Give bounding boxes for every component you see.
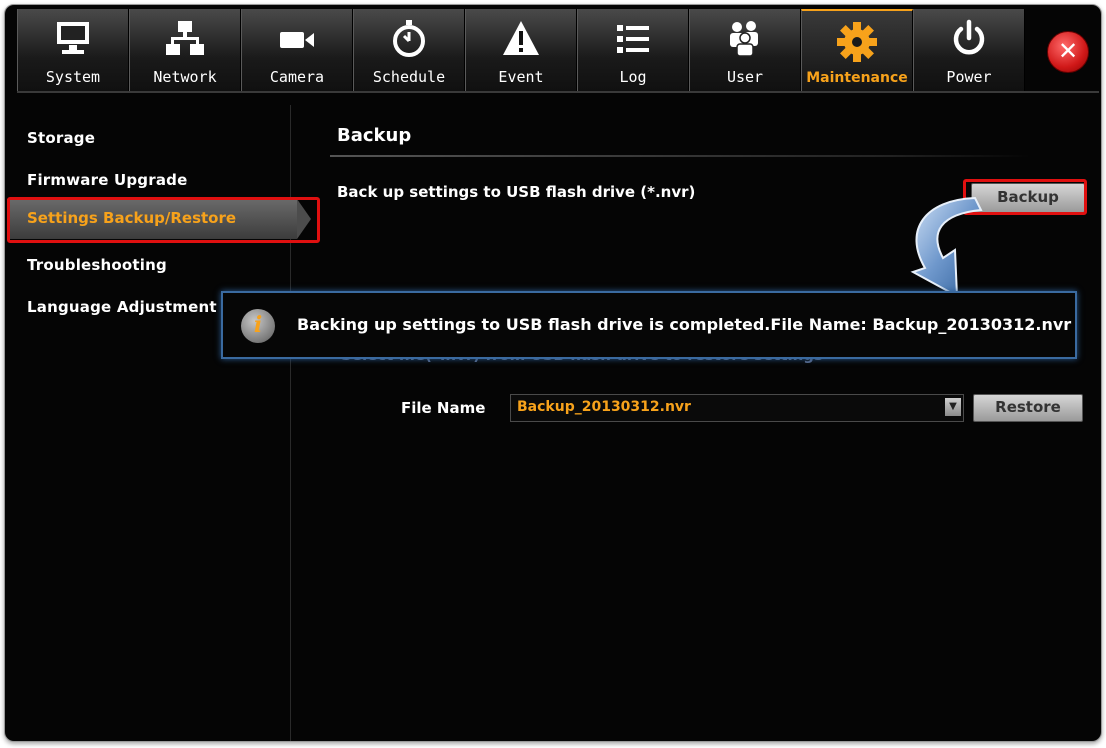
sidebar-item-storage[interactable]: Storage	[27, 129, 95, 147]
file-name-label: File Name	[401, 399, 486, 417]
tab-bar-divider	[17, 91, 1099, 93]
tab-event[interactable]: Event	[465, 9, 577, 91]
tab-label: Power	[946, 68, 992, 86]
users-icon	[725, 19, 765, 63]
tab-schedule[interactable]: Schedule	[353, 9, 465, 91]
tab-label: Camera	[269, 68, 325, 86]
sidebar-item-language-adjustment[interactable]: Language Adjustment	[27, 298, 217, 316]
file-name-select[interactable]: Backup_20130312.nvr ▼	[510, 394, 964, 422]
tab-label: Maintenance	[806, 70, 908, 86]
file-name-value: Backup_20130312.nvr	[517, 399, 691, 415]
tab-label: Event	[498, 68, 544, 86]
tab-network[interactable]: Network	[129, 9, 241, 91]
tab-label: System	[45, 68, 101, 86]
warning-icon	[501, 19, 541, 63]
backup-description: Back up settings to USB flash drive (*.n…	[337, 183, 696, 201]
list-icon	[613, 19, 653, 63]
tab-log[interactable]: Log	[577, 9, 689, 91]
close-button[interactable]: ✕	[1047, 31, 1089, 73]
sidebar-item-troubleshooting[interactable]: Troubleshooting	[27, 256, 167, 274]
section-divider	[330, 155, 1030, 157]
sidebar-item-settings-backup-restore[interactable]: Settings Backup/Restore	[7, 197, 320, 243]
restore-button[interactable]: Restore	[973, 394, 1083, 422]
tab-label: Network	[153, 68, 217, 86]
main-tab-bar: System Network Camera Schedule Event Log…	[17, 9, 1099, 91]
clock-icon	[389, 19, 429, 63]
chevron-down-icon[interactable]: ▼	[945, 398, 961, 416]
sidebar: Storage Firmware Upgrade Settings Backup…	[5, 105, 320, 741]
tab-camera[interactable]: Camera	[241, 9, 353, 91]
nvr-settings-window: System Network Camera Schedule Event Log…	[4, 4, 1102, 742]
tab-power[interactable]: Power	[913, 9, 1025, 91]
curved-arrow-icon	[910, 196, 983, 298]
tab-maintenance[interactable]: Maintenance	[801, 9, 913, 91]
monitor-icon	[53, 19, 93, 63]
sidebar-item-firmware-upgrade[interactable]: Firmware Upgrade	[27, 171, 187, 189]
camera-icon	[277, 19, 317, 63]
tab-user[interactable]: User	[689, 9, 801, 91]
gear-icon	[836, 21, 878, 67]
power-icon	[949, 19, 989, 63]
network-icon	[165, 19, 205, 63]
tab-system[interactable]: System	[17, 9, 129, 91]
close-icon: ✕	[1057, 37, 1079, 65]
highlight-box	[7, 197, 320, 243]
tab-label: Log	[619, 68, 647, 86]
tab-label: Schedule	[372, 68, 446, 86]
tab-label: User	[726, 68, 764, 86]
section-title: Backup	[337, 125, 412, 146]
info-icon: i	[241, 309, 275, 343]
notification-popup: i Backing up settings to USB flash drive…	[221, 291, 1077, 359]
notification-message: Backing up settings to USB flash drive i…	[297, 315, 1072, 334]
